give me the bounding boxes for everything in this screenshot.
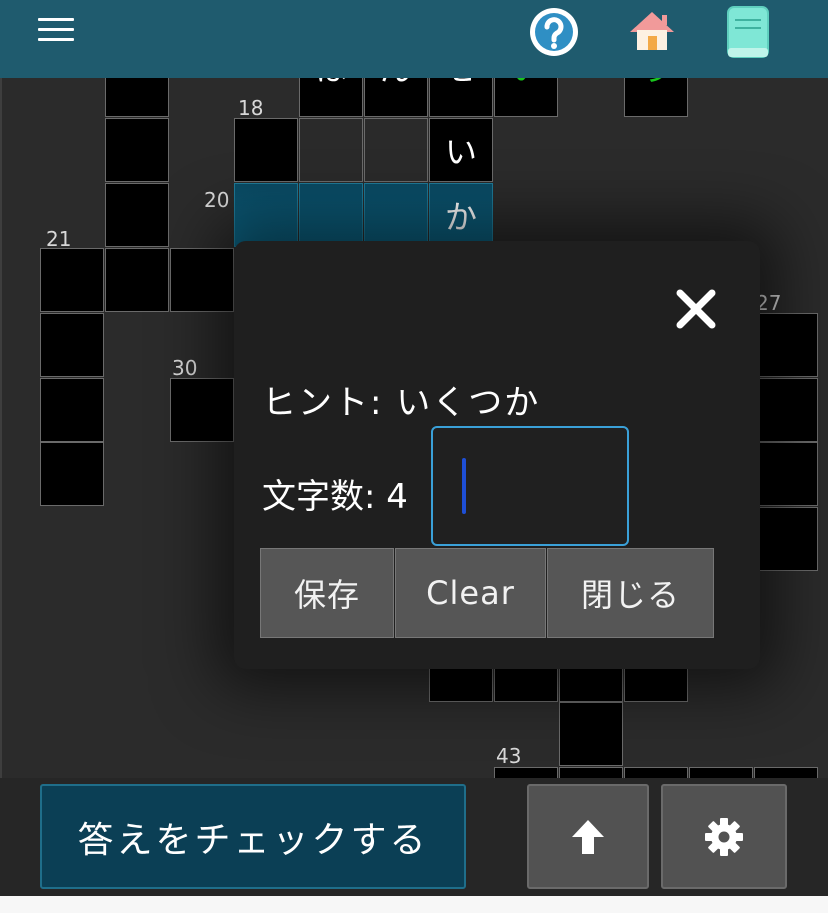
top-app-bar — [0, 0, 828, 78]
cell-letter: い — [495, 78, 557, 106]
clue-number: 18 — [238, 96, 264, 120]
grid-cell[interactable] — [364, 118, 428, 182]
hamburger-icon[interactable] — [38, 16, 74, 44]
grid-cell[interactable] — [754, 442, 818, 506]
clear-button[interactable]: Clear — [395, 548, 546, 638]
hint-text: ヒント: いくつか — [262, 383, 541, 423]
save-button[interactable]: 保存 — [260, 548, 394, 638]
grid-cell[interactable] — [105, 248, 169, 312]
scroll-up-button[interactable] — [527, 784, 649, 889]
grid-cell[interactable] — [754, 313, 818, 377]
cell-letter: い — [444, 133, 477, 171]
clue-number: 30 — [172, 356, 198, 380]
grid-cell[interactable]: い — [429, 118, 493, 182]
grid-cell[interactable] — [624, 767, 688, 778]
text-cursor — [462, 458, 466, 514]
grid-cell[interactable] — [170, 378, 234, 442]
clue-number: 43 — [496, 744, 522, 768]
gear-icon — [705, 817, 743, 856]
letter-count-text: 文字数: 4 — [262, 477, 408, 517]
grid-cell[interactable] — [40, 248, 104, 312]
grid-cell[interactable] — [170, 248, 234, 312]
hint-dialog: ヒント: いくつか 文字数: 4 保存 Clear 閉じる — [234, 241, 760, 669]
close-icon[interactable] — [674, 287, 718, 331]
grid-cell[interactable] — [40, 313, 104, 377]
grid-cell[interactable]: せ — [429, 78, 493, 117]
grid-cell[interactable] — [40, 442, 104, 506]
bottom-toolbar: 答えをチェックする — [0, 778, 828, 896]
arrow-up-icon — [572, 819, 604, 854]
grid-cell[interactable] — [754, 507, 818, 571]
grid-cell[interactable] — [105, 183, 169, 247]
grid-cell[interactable]: ん — [364, 78, 428, 117]
selected-cell[interactable] — [364, 183, 428, 247]
selected-cell[interactable] — [299, 183, 363, 247]
grid-cell[interactable] — [689, 767, 753, 778]
grid-cell[interactable] — [559, 767, 623, 778]
close-button[interactable]: 閉じる — [547, 548, 714, 638]
grid-cell[interactable]: う — [624, 78, 688, 117]
cell-letter: か — [444, 198, 477, 236]
cell-letter: ん — [365, 78, 427, 106]
answer-input[interactable] — [431, 426, 629, 546]
cell-letter: は — [300, 78, 362, 106]
grid-cell[interactable] — [494, 767, 558, 778]
grid-cell[interactable]: い — [494, 78, 558, 117]
grid-cell[interactable] — [105, 118, 169, 182]
grid-cell[interactable] — [105, 78, 169, 117]
clue-number: 20 — [204, 188, 230, 212]
grid-cell[interactable] — [40, 378, 104, 442]
check-answers-button[interactable]: 答えをチェックする — [40, 784, 466, 889]
cell-letter: う — [625, 78, 687, 106]
cell-letter: せ — [430, 78, 492, 106]
selected-cell[interactable]: か — [429, 183, 493, 247]
settings-button[interactable] — [661, 784, 787, 889]
grid-cell[interactable] — [299, 118, 363, 182]
grid-cell[interactable] — [754, 767, 818, 778]
selected-cell[interactable] — [234, 183, 298, 247]
grid-cell[interactable]: は — [299, 78, 363, 117]
book-icon[interactable] — [722, 6, 774, 58]
grid-cell[interactable] — [559, 702, 623, 766]
grid-cell[interactable] — [234, 118, 298, 182]
question-icon[interactable] — [528, 6, 580, 58]
page-bottom-strip — [0, 896, 828, 913]
board-edge — [0, 78, 2, 778]
house-icon[interactable] — [626, 6, 678, 58]
grid-cell[interactable] — [754, 378, 818, 442]
